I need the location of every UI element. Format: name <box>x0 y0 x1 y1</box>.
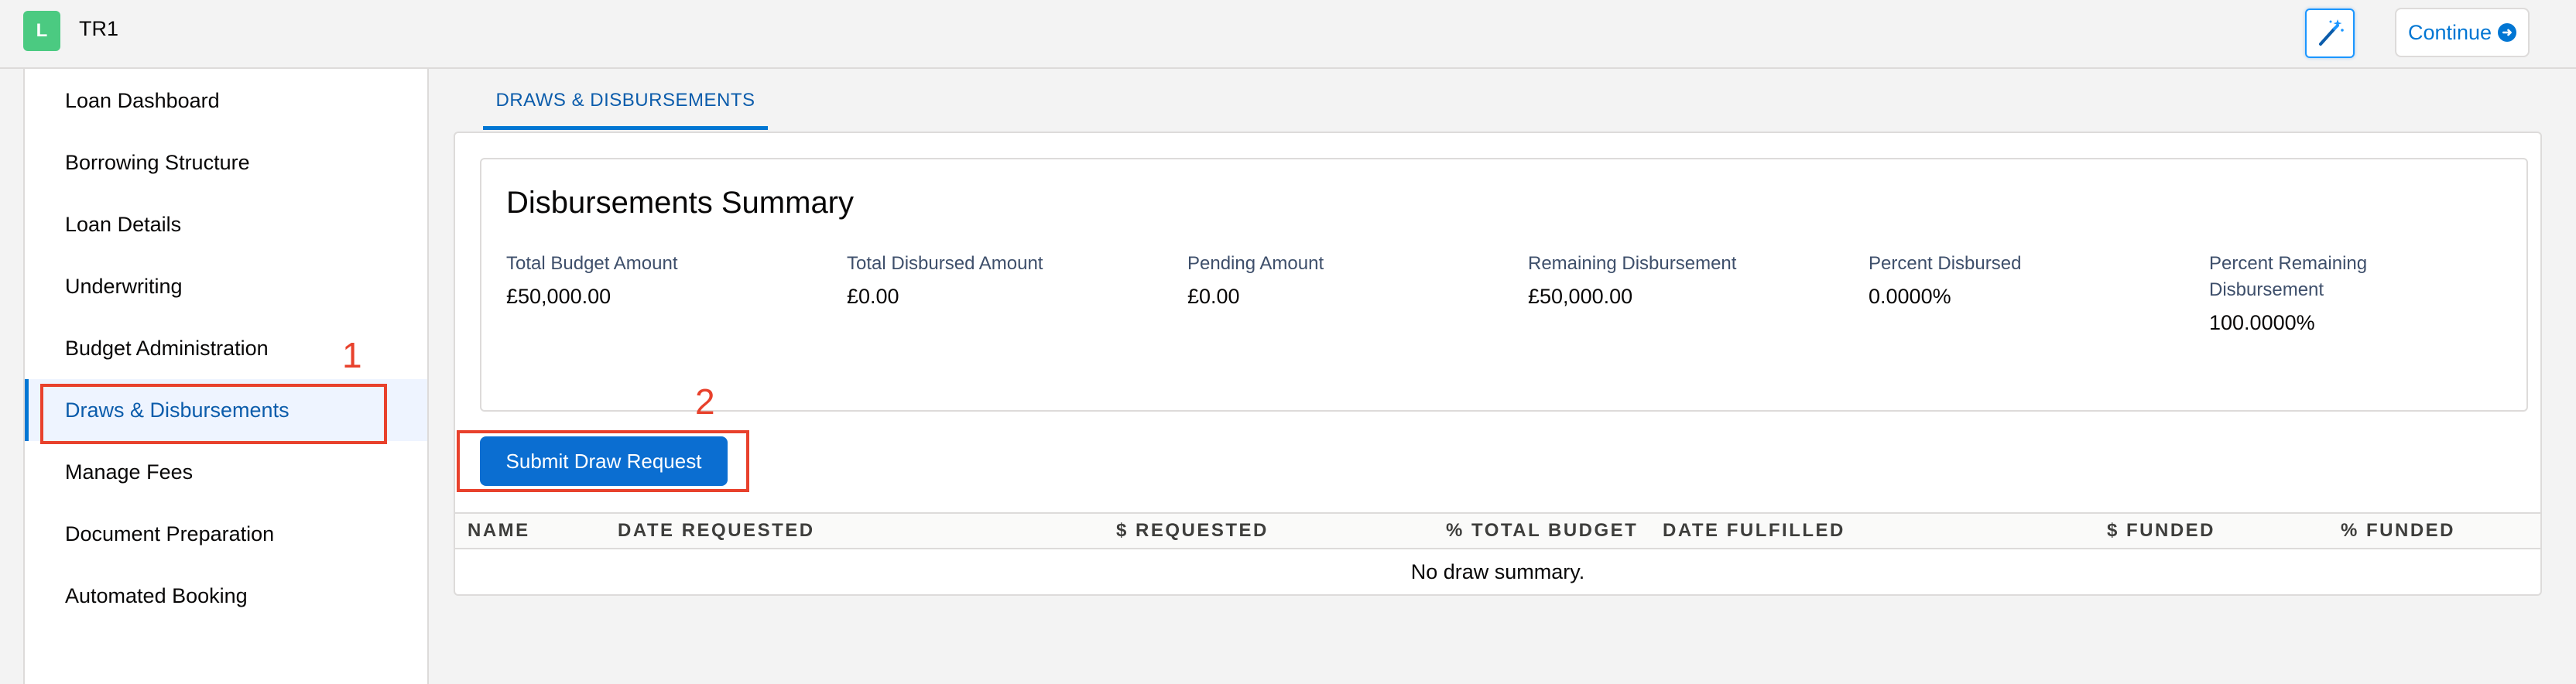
sidebar-item-document-preparation[interactable]: Document Preparation <box>25 503 427 565</box>
column-header-date-fulfilled[interactable]: DATE FULFILLED <box>1663 514 1845 548</box>
metric-label: Pending Amount <box>1187 253 1324 274</box>
sidebar-item-loan-dashboard[interactable]: Loan Dashboard <box>25 70 427 132</box>
disbursements-summary-card: Disbursements Summary Total Budget Amoun… <box>480 158 2528 412</box>
continue-button-label: Continue <box>2407 20 2492 44</box>
metric-value: 100.0000% <box>2209 311 2315 334</box>
continue-button[interactable]: Continue ➜ <box>2395 8 2530 57</box>
metric-value: £0.00 <box>1187 285 1240 308</box>
metric-label: Remaining Disbursement <box>1528 253 1737 274</box>
sidebar-item-automated-booking[interactable]: Automated Booking <box>25 565 427 627</box>
column-header-funded[interactable]: $ FUNDED <box>2107 514 2215 548</box>
metric-percent-disbursed: Percent Disbursed 0.0000% <box>1869 251 2178 309</box>
metric-label: Total Budget Amount <box>506 253 678 274</box>
column-header-requested[interactable]: $ REQUESTED <box>1116 514 1269 548</box>
metric-value: 0.0000% <box>1869 285 1951 308</box>
column-header-date-requested[interactable]: DATE REQUESTED <box>618 514 815 548</box>
metric-value: £50,000.00 <box>506 285 611 308</box>
column-header-name[interactable]: NAME <box>468 514 530 548</box>
magic-wand-button[interactable] <box>2305 9 2355 58</box>
draws-table-header: NAME DATE REQUESTED $ REQUESTED % TOTAL … <box>455 512 2540 549</box>
summary-title: Disbursements Summary <box>506 186 855 220</box>
metric-percent-remaining-disbursement: Percent Remaining Disbursement 100.0000% <box>2209 251 2519 335</box>
sidebar-item-borrowing-structure[interactable]: Borrowing Structure <box>25 132 427 193</box>
table-empty-message: No draw summary. <box>1410 559 1585 583</box>
app-header: L TR1 Continue ➜ <box>0 0 2576 69</box>
sidebar-item-underwriting[interactable]: Underwriting <box>25 255 427 317</box>
metric-remaining-disbursement: Remaining Disbursement £50,000.00 <box>1528 251 1838 309</box>
metric-total-budget-amount: Total Budget Amount £50,000.00 <box>506 251 816 309</box>
metric-label: Total Disbursed Amount <box>847 253 1043 274</box>
sidebar-item-budget-administration[interactable]: Budget Administration <box>25 317 427 379</box>
annotation-box-1 <box>40 384 387 444</box>
sidebar-nav: Loan Dashboard Borrowing Structure Loan … <box>23 69 429 684</box>
app-badge: L <box>23 11 60 51</box>
column-header-total-budget[interactable]: % TOTAL BUDGET <box>1446 514 1638 548</box>
annotation-number-2: 2 <box>695 381 715 422</box>
arrow-right-circle-icon: ➜ <box>2498 23 2517 42</box>
annotation-number-1: 1 <box>342 335 362 375</box>
metric-pending-amount: Pending Amount £0.00 <box>1187 251 1497 309</box>
annotation-box-2 <box>457 430 749 492</box>
sidebar-item-loan-details[interactable]: Loan Details <box>25 193 427 255</box>
metric-total-disbursed-amount: Total Disbursed Amount £0.00 <box>847 251 1156 309</box>
column-header-percent-funded[interactable]: % FUNDED <box>2341 514 2455 548</box>
magic-wand-icon <box>2319 19 2344 46</box>
metric-label: Percent Disbursed <box>1869 253 2022 274</box>
metric-value: £0.00 <box>847 285 899 308</box>
metric-value: £50,000.00 <box>1528 285 1633 308</box>
sidebar-item-manage-fees[interactable]: Manage Fees <box>25 441 427 503</box>
metric-label: Percent Remaining Disbursement <box>2209 253 2368 300</box>
tab-draws-disbursements[interactable]: DRAWS & DISBURSEMENTS <box>483 74 768 130</box>
app-title: TR1 <box>79 17 119 40</box>
